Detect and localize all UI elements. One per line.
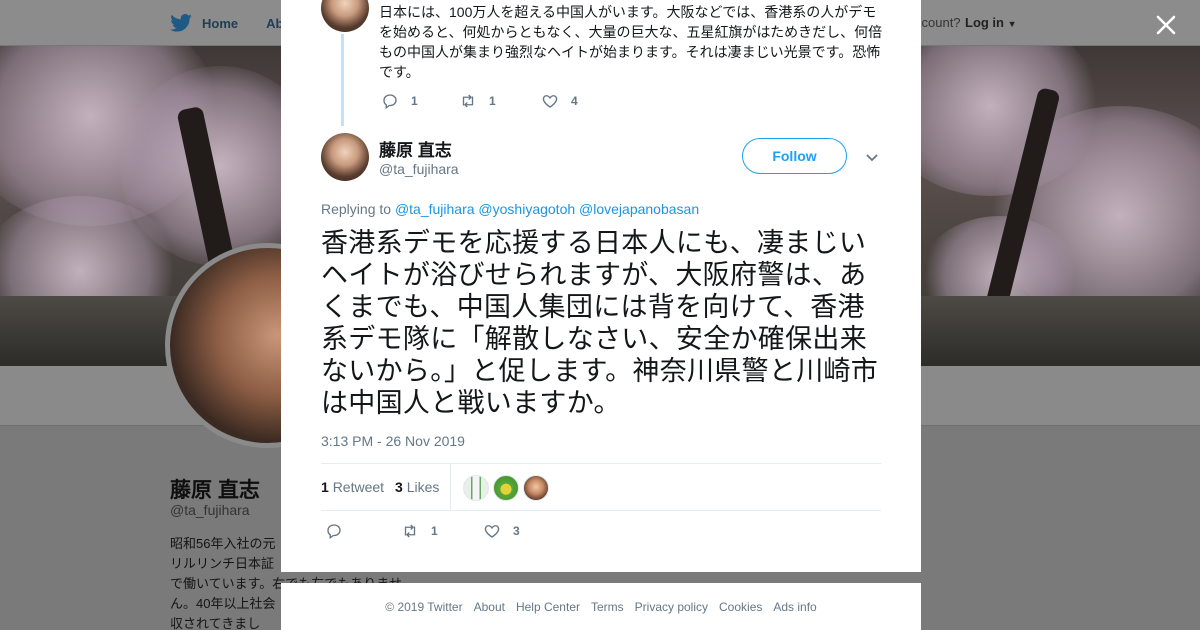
footer-link-about[interactable]: About xyxy=(474,600,505,614)
reply-icon xyxy=(383,94,397,110)
footer-link-ads-info[interactable]: Ads info xyxy=(773,600,816,614)
like-button[interactable]: 4 xyxy=(541,92,601,110)
author-name[interactable]: 藤原 直志 xyxy=(379,136,452,161)
retweet-button[interactable]: 1 xyxy=(459,92,541,110)
chevron-down-icon: ▼ xyxy=(1007,19,1017,29)
tweet-timestamp[interactable]: 3:13 PM - 26 Nov 2019 xyxy=(321,433,465,449)
modal-footer: © 2019 Twitter About Help Center Terms P… xyxy=(281,583,921,630)
reply-button[interactable] xyxy=(325,522,401,540)
reply-count: 1 xyxy=(411,94,418,108)
tweet-permalink-modal: 日本には、100万人を超える中国人がいます。大阪などでは、香港系の人がデモを始め… xyxy=(281,0,921,572)
previous-tweet-actions: 1 1 4 xyxy=(381,92,601,110)
retweet-button[interactable]: 1 xyxy=(401,522,483,540)
replying-to-label: Replying to xyxy=(321,201,392,217)
reply-button[interactable]: 1 xyxy=(381,92,459,110)
stats-divider xyxy=(450,464,451,511)
like-count: 3 xyxy=(513,524,520,538)
footer-link-cookies[interactable]: Cookies xyxy=(719,600,762,614)
profile-name: 藤原 直志 xyxy=(170,479,260,502)
login-link[interactable]: Log in ▼ xyxy=(965,15,1017,30)
mention-link[interactable]: @lovejapanobasan xyxy=(579,201,699,217)
likes-stat-label: Likes xyxy=(406,479,440,495)
footer-link-privacy[interactable]: Privacy policy xyxy=(635,600,708,614)
close-icon[interactable] xyxy=(1152,11,1180,39)
liker-avatar[interactable] xyxy=(463,475,489,501)
profile-handle: @ta_fujihara xyxy=(170,502,250,518)
tweet-text: 香港系デモを応援する日本人にも、凄まじいヘイトが浴びせられますが、大阪府警は、あ… xyxy=(321,228,879,418)
follow-button[interactable]: Follow xyxy=(742,138,847,174)
retweet-stat[interactable]: 1 Retweet xyxy=(321,479,384,495)
retweet-icon xyxy=(462,94,474,108)
thread-connector-line xyxy=(341,34,344,126)
liker-avatar[interactable] xyxy=(493,475,519,501)
retweet-icon xyxy=(404,524,416,538)
tweet-actions: 1 3 xyxy=(325,522,543,540)
footer-copyright: © 2019 Twitter xyxy=(385,599,463,614)
footer-link-terms[interactable]: Terms xyxy=(591,600,624,614)
replying-to-line: Replying to @ta_fujihara @yoshiyagotoh @… xyxy=(321,201,699,217)
mention-link[interactable]: @yoshiyagotoh xyxy=(478,201,575,217)
mention-link[interactable]: @ta_fujihara xyxy=(395,201,475,217)
like-count: 4 xyxy=(571,94,578,108)
liker-avatar[interactable] xyxy=(523,475,549,501)
author-handle[interactable]: @ta_fujihara xyxy=(379,161,459,177)
author-avatar[interactable] xyxy=(321,133,369,181)
login-label: Log in xyxy=(965,15,1004,30)
chevron-down-icon[interactable] xyxy=(865,150,879,164)
retweet-stat-label: Retweet xyxy=(332,479,385,495)
previous-tweet-avatar[interactable] xyxy=(321,0,369,32)
likes-stat-count: 3 xyxy=(395,479,403,495)
account-prompt: ccount? xyxy=(915,15,961,30)
liker-avatars xyxy=(463,475,549,501)
nav-home-link[interactable]: Home xyxy=(202,16,238,31)
retweet-stat-count: 1 xyxy=(321,479,329,495)
retweet-count: 1 xyxy=(489,94,496,108)
like-button[interactable]: 3 xyxy=(483,522,543,540)
retweet-count: 1 xyxy=(431,524,438,538)
previous-tweet-text: 日本には、100万人を超える中国人がいます。大阪などでは、香港系の人がデモを始め… xyxy=(379,4,883,80)
twitter-bird-icon[interactable] xyxy=(170,14,192,32)
footer-link-help-center[interactable]: Help Center xyxy=(516,600,580,614)
reply-icon xyxy=(327,524,341,540)
tweet-stats: 1 Retweet 3 Likes xyxy=(321,463,881,511)
heart-icon xyxy=(542,95,558,108)
nav-links: Home Abo xyxy=(170,0,291,46)
heart-icon xyxy=(484,525,500,538)
likes-stat[interactable]: 3 Likes xyxy=(395,479,439,495)
